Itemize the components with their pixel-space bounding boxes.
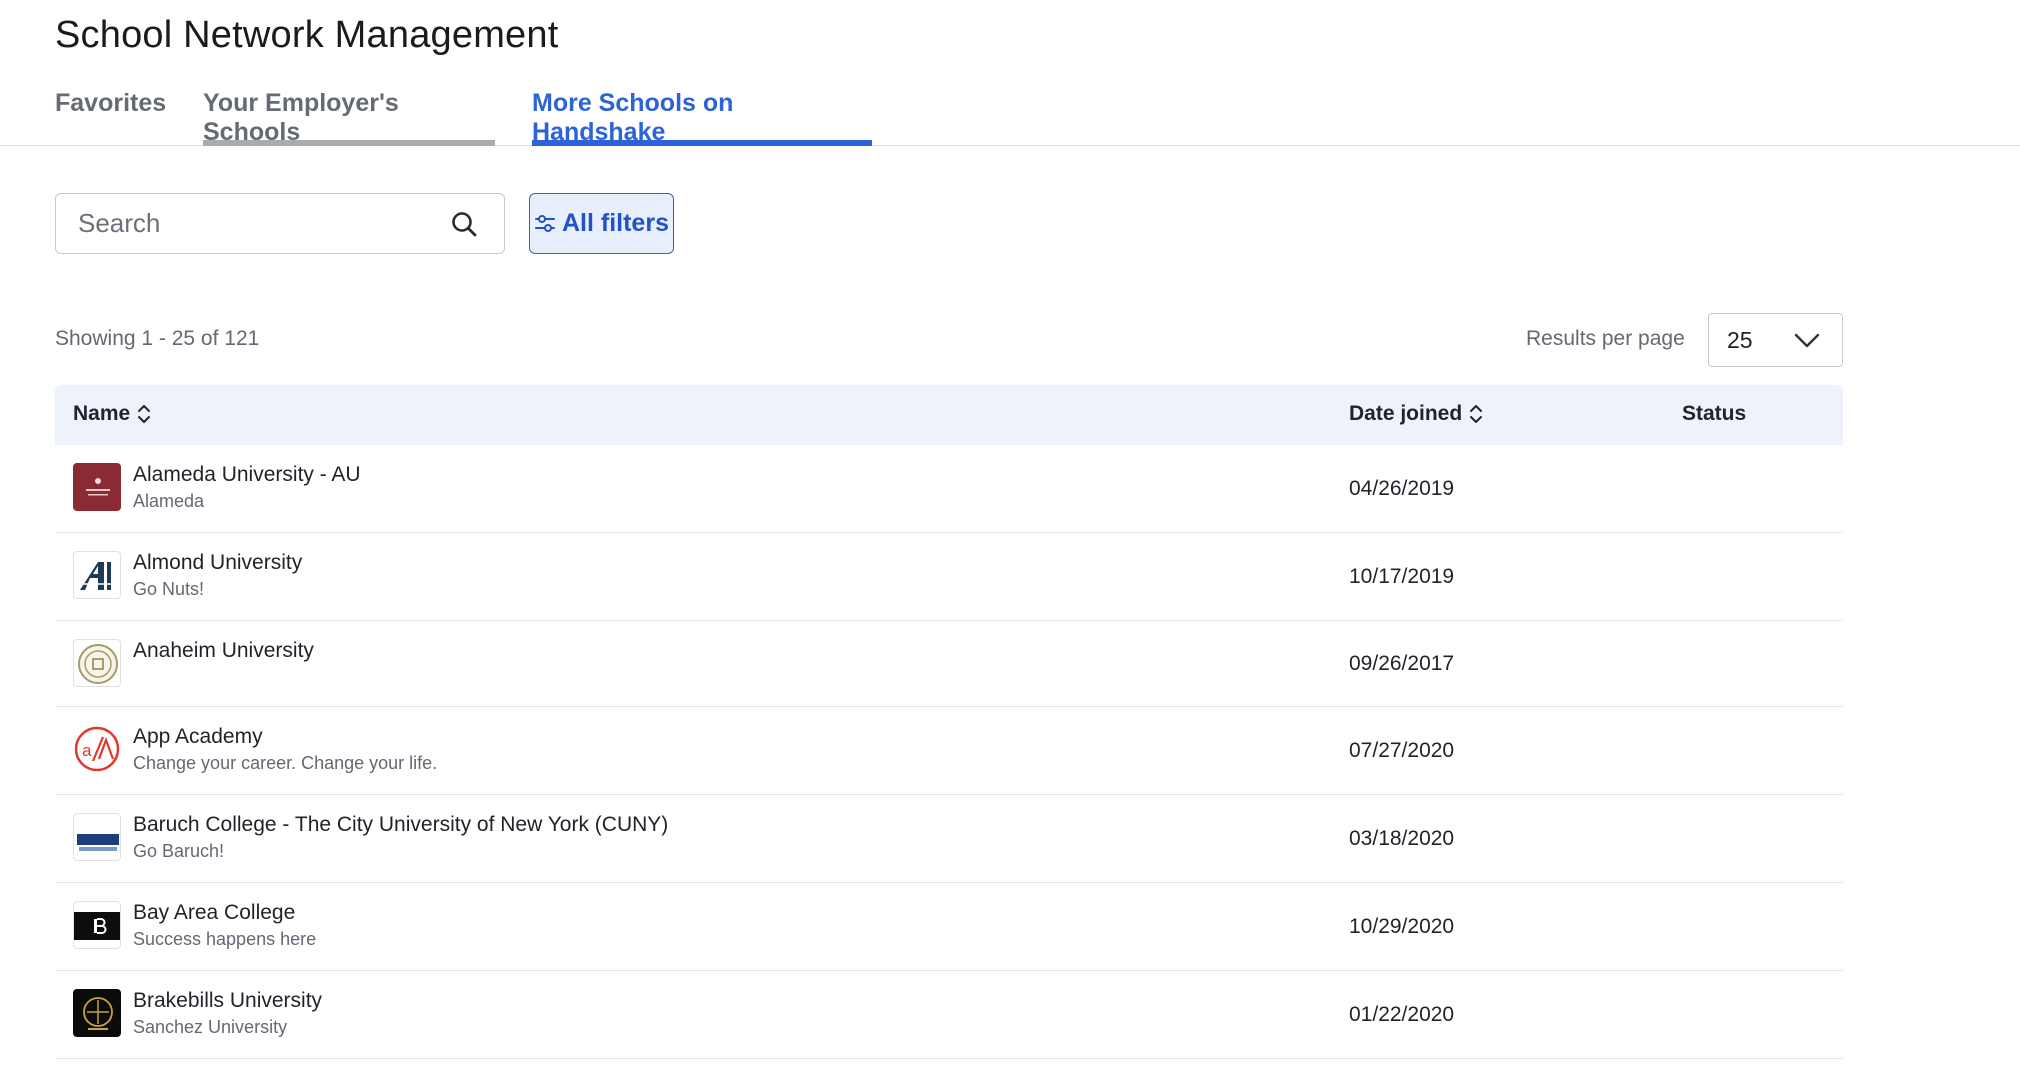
- search-box: [55, 193, 505, 254]
- table-row[interactable]: Brakebills University Sanchez University…: [55, 971, 1843, 1059]
- tab-favorites-label: Favorites: [55, 89, 167, 117]
- page-title: School Network Management: [55, 14, 559, 56]
- school-logo: [73, 901, 121, 949]
- all-filters-button[interactable]: All filters: [529, 193, 674, 254]
- column-header-date-joined[interactable]: Date joined: [1349, 402, 1484, 426]
- date-joined: 04/26/2019: [1349, 477, 1455, 500]
- date-joined: 10/29/2020: [1349, 915, 1455, 938]
- school-logo: [73, 551, 121, 599]
- schools-table: Name Date joined Status Alameda Universi…: [55, 385, 1843, 1059]
- table-row[interactable]: Anaheim University 09/26/2017: [55, 621, 1843, 707]
- app-academy-logo-icon: a: [74, 726, 120, 772]
- brakebills-crest-icon: [83, 997, 113, 1030]
- school-subtitle: Change your career. Change your life.: [133, 753, 438, 773]
- school-subtitle: Go Nuts!: [133, 579, 205, 599]
- sort-icon: [1470, 405, 1483, 423]
- baruch-logo-icon: [77, 834, 119, 851]
- tab-more-schools-label: More Schools on Handshake: [532, 89, 734, 146]
- table-row[interactable]: a App Academy Change your career. Change…: [55, 707, 1843, 795]
- date-joined: 03/18/2020: [1349, 827, 1455, 850]
- tab-your-employers-schools-label: Your Employer's Schools: [203, 89, 399, 146]
- table-row[interactable]: Baruch College - The City University of …: [55, 795, 1843, 883]
- tab-hover-underline: [203, 140, 495, 146]
- results-per-page-label: Results per page: [1526, 327, 1685, 350]
- date-joined: 07/27/2020: [1349, 739, 1455, 762]
- date-joined: 10/17/2019: [1349, 565, 1455, 588]
- school-name[interactable]: Baruch College - The City University of …: [133, 813, 668, 837]
- column-header-status: Status: [1682, 402, 1747, 425]
- anaheim-seal-icon: [78, 644, 118, 684]
- school-name[interactable]: Bay Area College: [133, 901, 295, 925]
- school-logo: [73, 989, 121, 1037]
- school-name[interactable]: Brakebills University: [133, 989, 322, 1013]
- column-name-label: Name: [73, 402, 131, 425]
- tab-active-underline: [532, 140, 872, 146]
- tab-more-schools-on-handshake[interactable]: More Schools on Handshake: [532, 86, 872, 146]
- school-subtitle: Alameda: [133, 491, 205, 511]
- school-name[interactable]: Alameda University - AU: [133, 463, 361, 487]
- school-name[interactable]: Anaheim University: [133, 639, 314, 663]
- school-subtitle: Success happens here: [133, 929, 317, 949]
- alameda-seal-icon: [86, 478, 110, 496]
- school-logo: [73, 463, 121, 511]
- table-header: Name Date joined Status: [55, 385, 1843, 445]
- date-joined: 01/22/2020: [1349, 1003, 1455, 1026]
- chevron-down-icon: [1794, 333, 1820, 348]
- table-row[interactable]: Alameda University - AU Alameda 04/26/20…: [55, 445, 1843, 533]
- table-row[interactable]: Bay Area College Success happens here 10…: [55, 883, 1843, 971]
- school-subtitle: Sanchez University: [133, 1017, 288, 1037]
- column-header-name[interactable]: Name: [73, 402, 152, 426]
- date-joined: 09/26/2017: [1349, 652, 1455, 675]
- tab-favorites-underline: [55, 140, 167, 146]
- bay-area-logo-icon: [74, 912, 120, 940]
- column-date-label: Date joined: [1349, 402, 1463, 425]
- tab-your-employers-schools[interactable]: Your Employer's Schools: [203, 86, 495, 146]
- tab-bar: Favorites Your Employer's Schools More S…: [0, 86, 2020, 146]
- results-count: Showing 1 - 25 of 121: [55, 327, 260, 350]
- search-input[interactable]: [78, 194, 438, 252]
- results-per-page-select[interactable]: 25: [1708, 313, 1843, 367]
- results-per-page-value: 25: [1727, 327, 1753, 353]
- all-filters-label: All filters: [562, 209, 669, 237]
- school-name[interactable]: App Academy: [133, 725, 263, 749]
- sort-icon: [138, 405, 151, 423]
- sliders-icon: [535, 214, 555, 232]
- tab-favorites[interactable]: Favorites: [55, 86, 167, 146]
- school-subtitle: Go Baruch!: [133, 841, 225, 861]
- search-icon[interactable]: [450, 210, 478, 238]
- almond-a-logo-icon: [80, 562, 116, 590]
- school-logo: [73, 639, 121, 687]
- school-logo: [73, 813, 121, 861]
- school-name[interactable]: Almond University: [133, 551, 302, 575]
- table-row[interactable]: Almond University Go Nuts! 10/17/2019: [55, 533, 1843, 621]
- school-logo: a: [73, 725, 121, 773]
- svg-text:a: a: [82, 741, 92, 760]
